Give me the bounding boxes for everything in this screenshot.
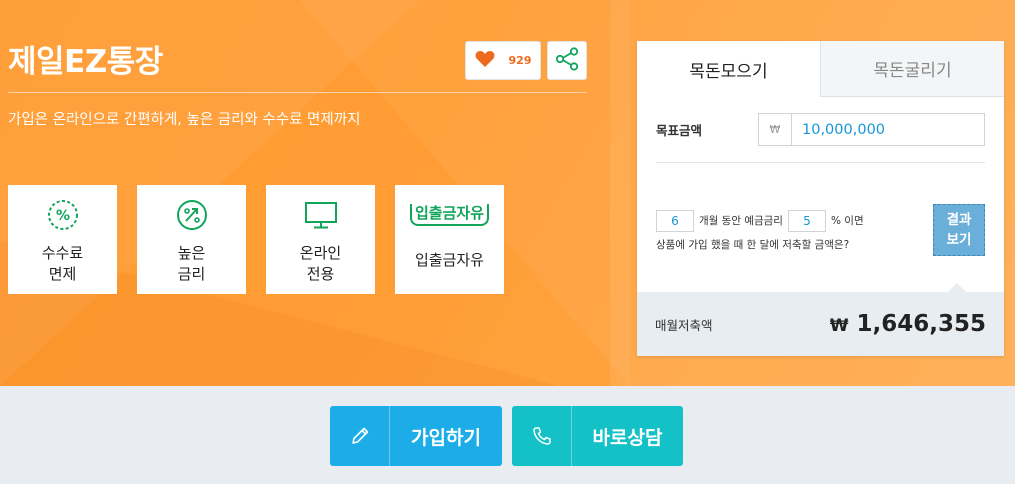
goal-amount-input[interactable] [792, 114, 984, 145]
months-input[interactable]: 6 [656, 210, 694, 232]
feature-fee-exemption: % 수수료 면제 [8, 185, 117, 294]
join-label: 가입하기 [411, 426, 481, 449]
feature-high-rate: 높은 금리 [137, 185, 246, 294]
svg-text:%: % [55, 208, 69, 224]
pencil-icon [330, 406, 390, 466]
consult-label: 바로상담 [592, 426, 663, 449]
monthly-saving-result: 매월저축액 ₩1,646,355 [637, 283, 1004, 356]
calculator-tabs: 목돈모으기 목돈굴리기 [637, 41, 1004, 97]
rate-input[interactable]: 5 [787, 210, 826, 232]
feature-label: 온라인 전용 [299, 244, 342, 283]
tab-lump-sum-saving[interactable]: 목돈모으기 [637, 41, 820, 97]
hero-banner: 제일EZ통장 929 가입은 온라인으로 간편하게, 높은 금리와 수수료 면제… [0, 0, 1015, 386]
goal-amount-label: 목표금액 [656, 123, 703, 138]
phone-icon [512, 406, 572, 466]
product-title: 제일EZ통장 [8, 44, 163, 80]
months-text: 개월 동안 예금금리 [699, 215, 783, 227]
rate-text: % 이면 [830, 215, 864, 227]
free-withdrawal-badge: 입출금자유 [409, 204, 489, 226]
monitor-icon [304, 199, 338, 231]
calculator-divider [656, 162, 985, 163]
view-result-button[interactable]: 결과 보기 [933, 204, 985, 256]
tab-lump-sum-investing[interactable]: 목돈굴리기 [820, 41, 1004, 97]
like-button[interactable]: 929 [465, 41, 541, 80]
won-icon: ₩ [759, 114, 792, 145]
feature-label: 입출금자유 [414, 251, 484, 269]
feature-online-only: 온라인 전용 [266, 185, 375, 294]
percent-up-icon [176, 199, 208, 231]
won-sign: ₩ [829, 316, 849, 336]
badge-container: 입출금자유 [409, 199, 489, 231]
savings-calculator: 목돈모으기 목돈굴리기 목표금액 ₩ 6 개월 동안 예금금리 5 % 이면 상… [637, 41, 1004, 356]
monthly-saving-amount: 1,646,355 [856, 311, 987, 337]
calculation-condition: 6 개월 동안 예금금리 5 % 이면 상품에 가입 했을 때 한 달에 저축할… [656, 209, 926, 257]
feature-label: 높은 금리 [177, 244, 206, 283]
product-subtitle: 가입은 온라인으로 간편하게, 높은 금리와 수수료 면제까지 [8, 112, 361, 128]
heart-icon [475, 50, 495, 72]
share-button[interactable] [547, 41, 587, 80]
percent-circle-icon: % [47, 199, 79, 231]
join-button[interactable]: 가입하기 [330, 406, 502, 466]
feature-label: 수수료 면제 [41, 244, 84, 283]
goal-amount-field: ₩ [758, 113, 985, 146]
consult-button[interactable]: 바로상담 [512, 406, 683, 466]
monthly-saving-value: ₩1,646,355 [830, 311, 986, 337]
title-divider [8, 92, 587, 93]
monthly-saving-label: 매월저축액 [655, 317, 713, 333]
goal-amount-row: 목표금액 ₩ [656, 113, 985, 146]
like-count: 929 [508, 54, 532, 67]
question-text: 상품에 가입 했을 때 한 달에 저축할 금액은? [656, 239, 850, 251]
feature-free-withdrawal: 입출금자유 입출금자유 [395, 185, 504, 294]
share-icon [554, 46, 580, 76]
